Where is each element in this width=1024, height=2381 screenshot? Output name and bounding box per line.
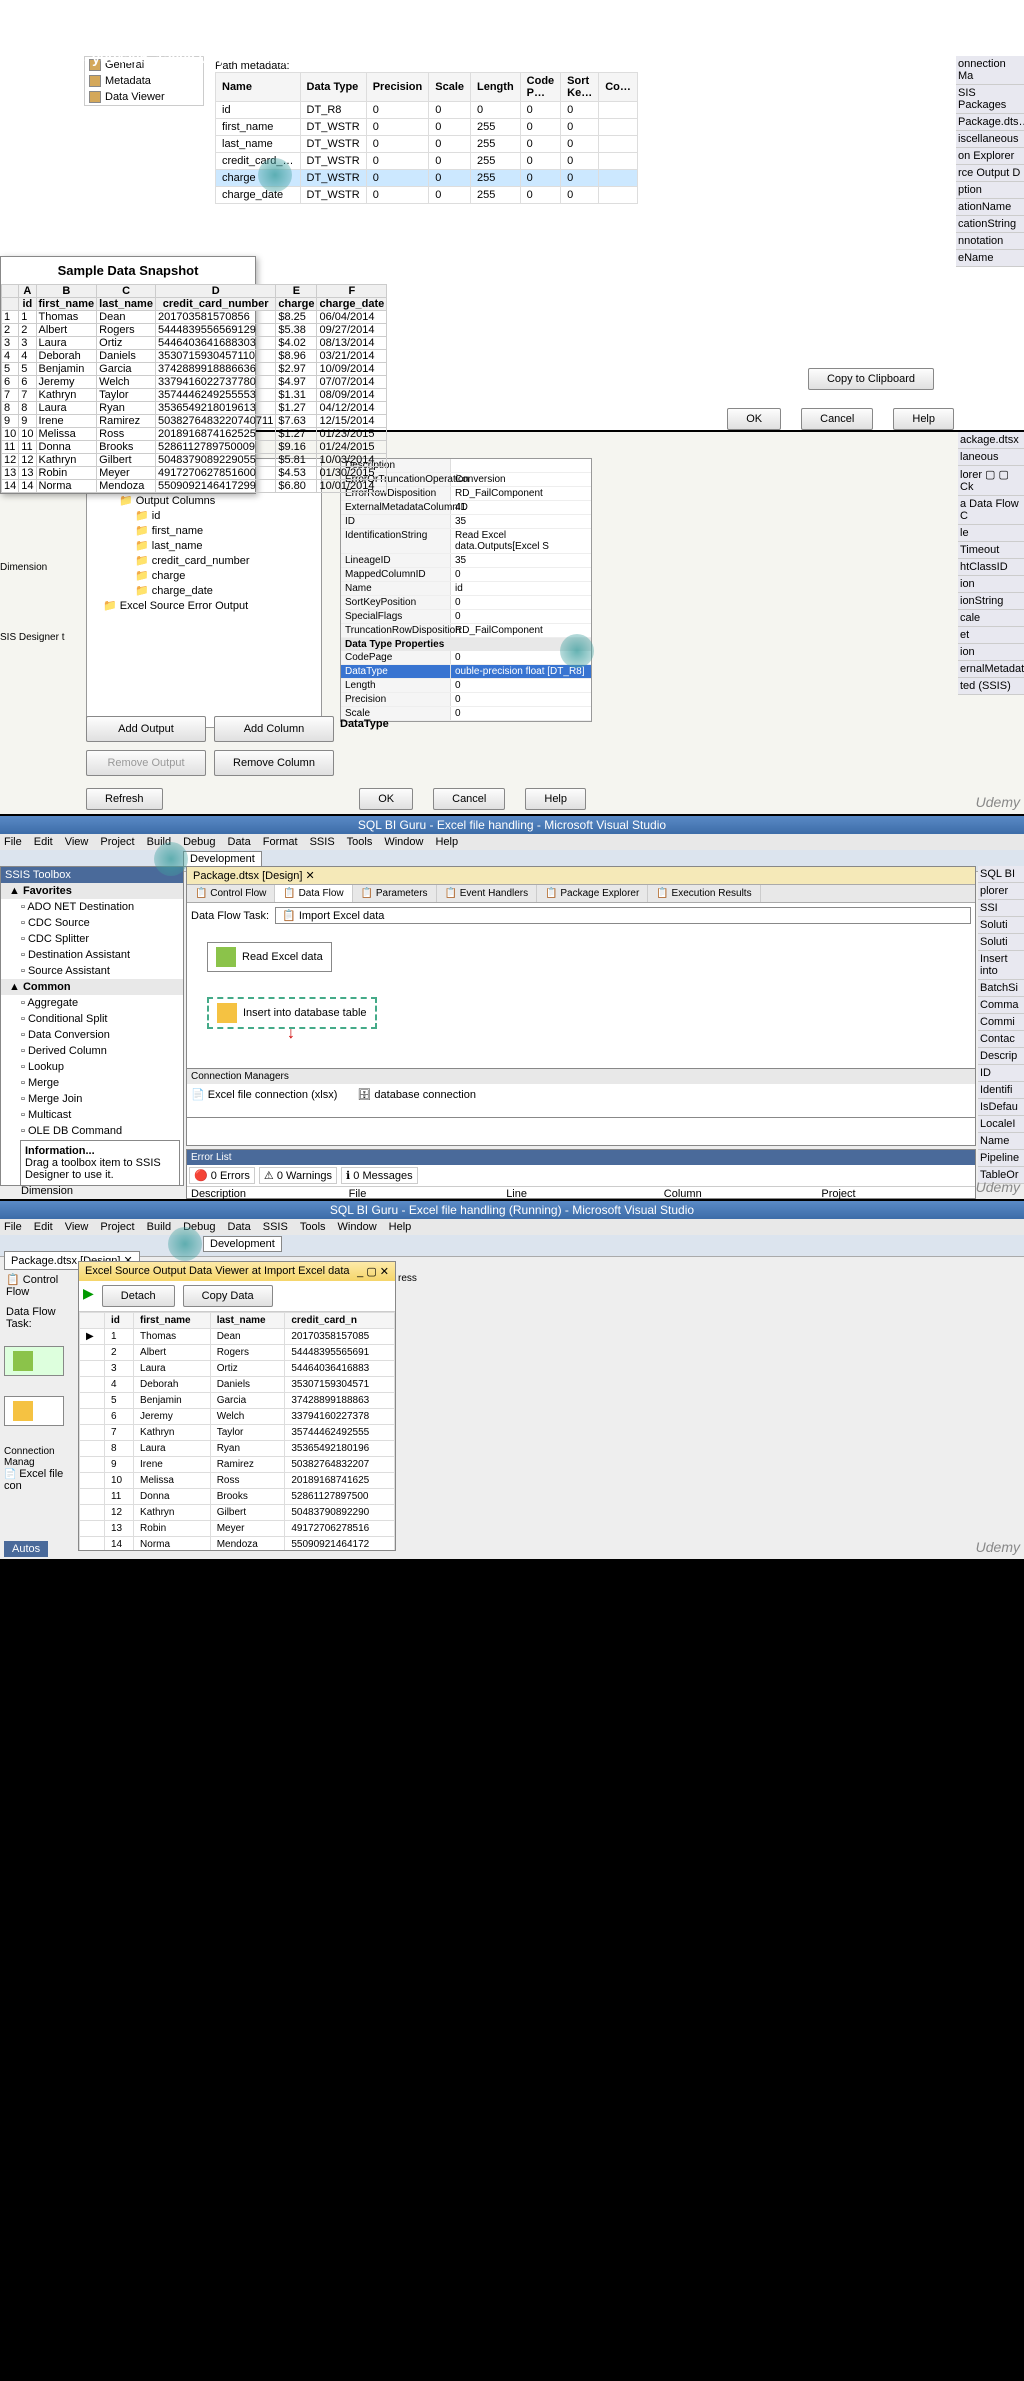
fav-category[interactable]: ▲ Favorites [1, 883, 183, 899]
errors-tab[interactable]: 🔴 0 Errors [189, 1167, 255, 1184]
sample-data-snapshot-window: Sample Data Snapshot ABCDEF idfirst_name… [0, 256, 256, 494]
folder-icon [89, 75, 101, 87]
connection-managers[interactable]: Connection Managers 📄 Excel file connect… [186, 1068, 976, 1118]
udemy-watermark: Udemy [976, 794, 1020, 810]
folder-icon [89, 91, 101, 103]
excel-icon [216, 947, 236, 967]
cancel-button[interactable]: Cancel [801, 408, 873, 430]
dft-selector[interactable]: 📋 Import Excel data [275, 907, 971, 924]
help-button[interactable]: Help [893, 408, 954, 430]
vs-menubar[interactable]: FileEditViewProjectBuildDebugDataSSISToo… [0, 1219, 1024, 1235]
visual-studio-design: SQL BI Guru - Excel file handling - Micr… [0, 814, 1024, 1199]
left-cut: SIS Designer t [0, 632, 64, 643]
maximize-icon[interactable]: ▢ [366, 1266, 376, 1278]
excel-icon [13, 1351, 33, 1371]
error-arrow-icon: ↓ [287, 1025, 295, 1043]
left-cut: Dimension [0, 562, 47, 573]
udemy-watermark: Udemy [976, 1539, 1020, 1555]
conn-db[interactable]: 🗄 database connection [357, 1088, 476, 1101]
autos-panel[interactable]: Autos [4, 1541, 48, 1557]
conn-header: Connection Manag [4, 1446, 76, 1468]
conn-excel[interactable]: 📄 Excel file con [4, 1468, 76, 1492]
dtprops-category: Data Type Properties [341, 638, 591, 651]
remove-output-button[interactable]: Remove Output [86, 750, 206, 776]
common-category[interactable]: ▲ Common [1, 979, 183, 995]
file-info-line4: Video: h264, yuv420p, 1280x720, 678 kb/s… [0, 48, 409, 68]
conn-header: Connection Managers [187, 1069, 975, 1084]
config-dropdown[interactable]: Development [183, 851, 262, 867]
warnings-tab[interactable]: ⚠ 0 Warnings [259, 1167, 337, 1184]
error-list-panel[interactable]: Error List 🔴 0 Errors ⚠ 0 Warnings ℹ 0 M… [186, 1149, 976, 1199]
partial-right-panel: onnection MaSIS PackagesPackage.dts…isce… [956, 56, 1024, 267]
ok-button[interactable]: OK [359, 788, 413, 810]
cancel-button[interactable]: Cancel [433, 788, 505, 810]
db-icon [13, 1401, 33, 1421]
tree-metadata[interactable]: Metadata [85, 73, 203, 89]
toolbox-header: SSIS Toolbox [1, 867, 183, 883]
ssis-toolbox[interactable]: SSIS Toolbox ▲ Favorites ▫ ADO NET Desti… [0, 866, 184, 1186]
partial-right-panel: ackage.dtsxlaneouslorer ▢ ▢ Cka Data Flo… [958, 432, 1024, 695]
tab-controlflow[interactable]: 📋 Control Flow [4, 1271, 76, 1300]
datatype-desc: DataType [340, 718, 389, 730]
conn-excel[interactable]: 📄 Excel file connection (xlsx) [191, 1088, 337, 1101]
vs-menubar[interactable]: FileEditViewProjectBuildDebugDataFormatS… [0, 834, 1024, 850]
dv-grid[interactable]: idfirst_namelast_namecredit_card_n ▶1Tho… [79, 1312, 395, 1550]
data-viewer-window[interactable]: Excel Source Output Data Viewer at Impor… [78, 1261, 396, 1551]
db-icon [217, 1003, 237, 1023]
copy-clipboard-button[interactable]: Copy to Clipboard [808, 368, 934, 390]
detach-button[interactable]: Detach [102, 1285, 175, 1307]
udemy-watermark: Udemy [976, 1179, 1020, 1195]
remove-column-button[interactable]: Remove Column [214, 750, 334, 776]
vs-titlebar: SQL BI Guru - Excel file handling (Runni… [0, 1201, 1024, 1219]
close-icon[interactable]: ✕ [380, 1266, 389, 1278]
metadata-grid[interactable]: NameData TypePrecisionScaleLengthCode P…… [215, 72, 638, 204]
snapshot-title: Sample Data Snapshot [1, 257, 255, 284]
info-panel: Information... Drag a toolbox item to SS… [20, 1140, 180, 1186]
play-icon[interactable]: ▶ [83, 1285, 94, 1307]
dft-label: Data Flow Task: [191, 910, 269, 922]
dv-title: Excel Source Output Data Viewer at Impor… [85, 1265, 350, 1278]
refresh-button[interactable]: Refresh [86, 788, 163, 810]
ok-button[interactable]: OK [727, 408, 781, 430]
tree-dataviewer[interactable]: Data Viewer [85, 89, 203, 105]
copy-data-button[interactable]: Copy Data [183, 1285, 273, 1307]
help-button[interactable]: Help [525, 788, 586, 810]
io-tree[interactable]: 📁 Excel Source Output📁 External Columns📁… [86, 458, 322, 728]
progress-tab-cut: ress [398, 1273, 417, 1284]
snapshot-grid: ABCDEF idfirst_namelast_namecredit_card_… [1, 284, 387, 493]
config-dropdown[interactable]: Development [203, 1236, 282, 1252]
read-excel-task[interactable]: Read Excel data [207, 942, 332, 972]
insert-db-task[interactable] [4, 1396, 64, 1426]
messages-tab[interactable]: ℹ 0 Messages [341, 1167, 418, 1184]
vs-titlebar: SQL BI Guru - Excel file handling - Micr… [0, 816, 1024, 834]
visual-studio-running: SQL BI Guru - Excel file handling (Runni… [0, 1199, 1024, 1559]
add-column-button[interactable]: Add Column [214, 716, 334, 742]
partial-right-panel: SQL BIplorerSSISolutiSolutiInsert intoBa… [978, 866, 1024, 1184]
read-excel-task[interactable] [4, 1346, 64, 1376]
dft-label: Data Flow Task: [4, 1300, 76, 1336]
minimize-icon[interactable]: _ [357, 1266, 363, 1278]
errorlist-header: Error List [187, 1150, 975, 1165]
add-output-button[interactable]: Add Output [86, 716, 206, 742]
vs-toolbar[interactable]: Development [0, 1235, 1024, 1257]
property-grid[interactable]: Description ErrorOrTruncationOperationCo… [340, 458, 592, 722]
package-tab[interactable]: Package.dtsx [Design] ✕ [187, 867, 975, 885]
